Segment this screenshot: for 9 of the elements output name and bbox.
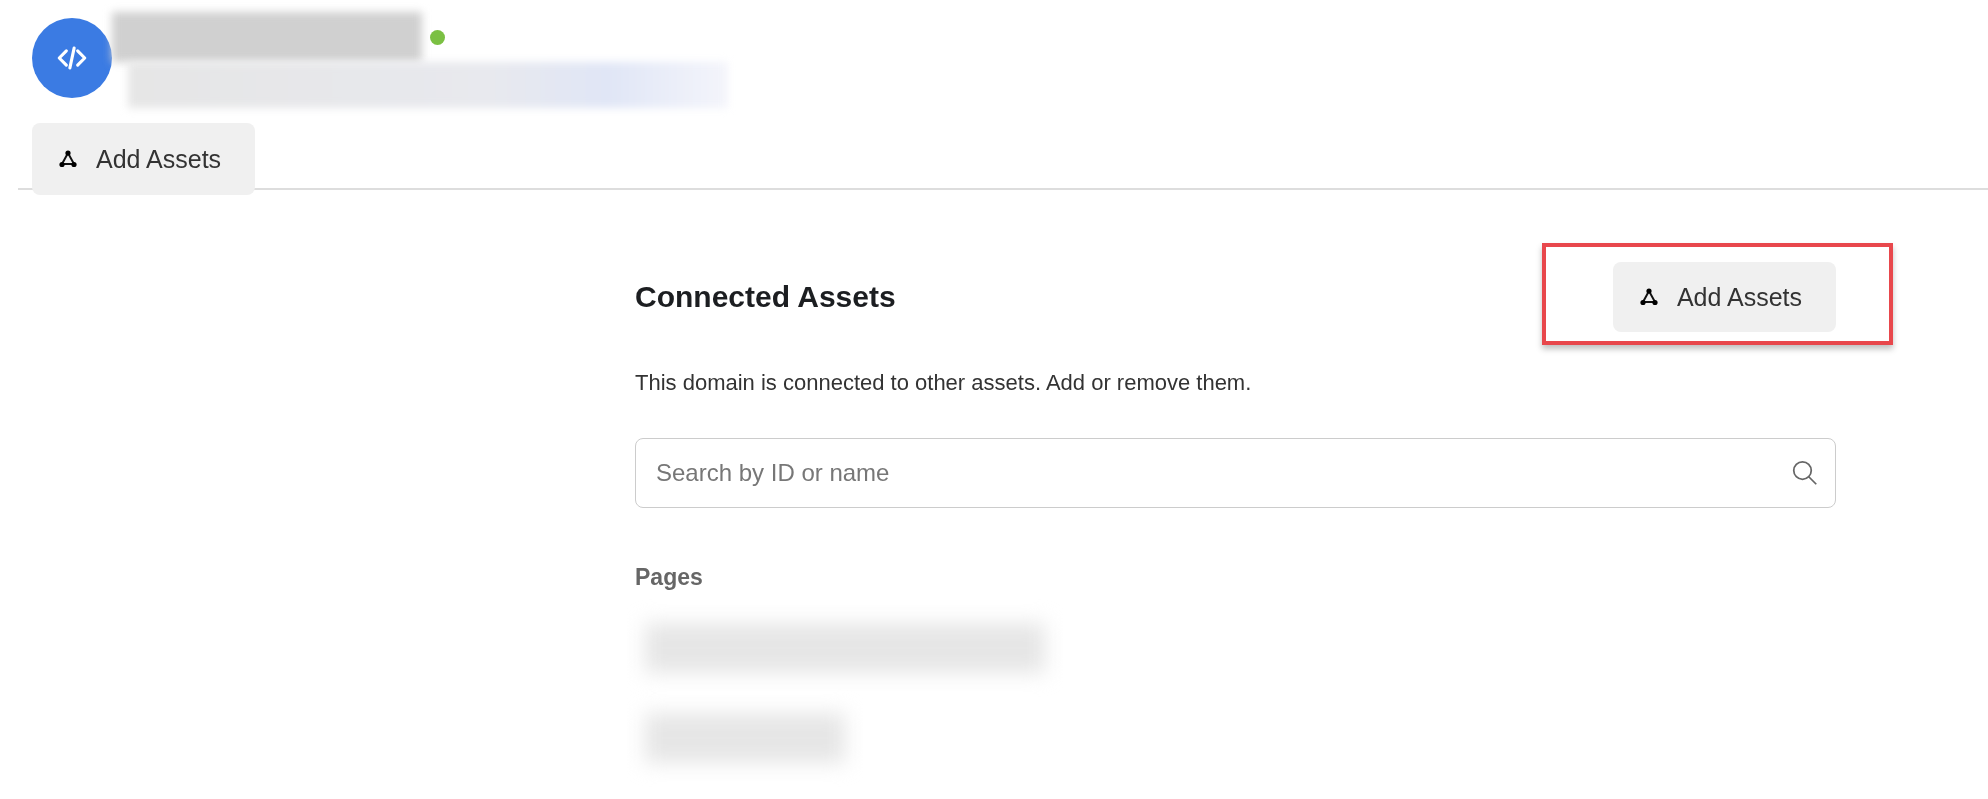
section-title: Connected Assets xyxy=(635,280,896,314)
description-text: This domain is connected to other assets. Add or remove them. xyxy=(635,370,1253,396)
network-icon xyxy=(58,149,78,169)
network-icon xyxy=(1638,287,1659,307)
search-field[interactable]: Search by ID or name xyxy=(635,438,1836,508)
search-icon xyxy=(1790,458,1820,488)
add-assets-button[interactable]: Add Assets xyxy=(32,123,256,195)
group-label: Pages xyxy=(635,564,704,591)
add-assets-button[interactable]: Add Assets xyxy=(1612,262,1836,332)
